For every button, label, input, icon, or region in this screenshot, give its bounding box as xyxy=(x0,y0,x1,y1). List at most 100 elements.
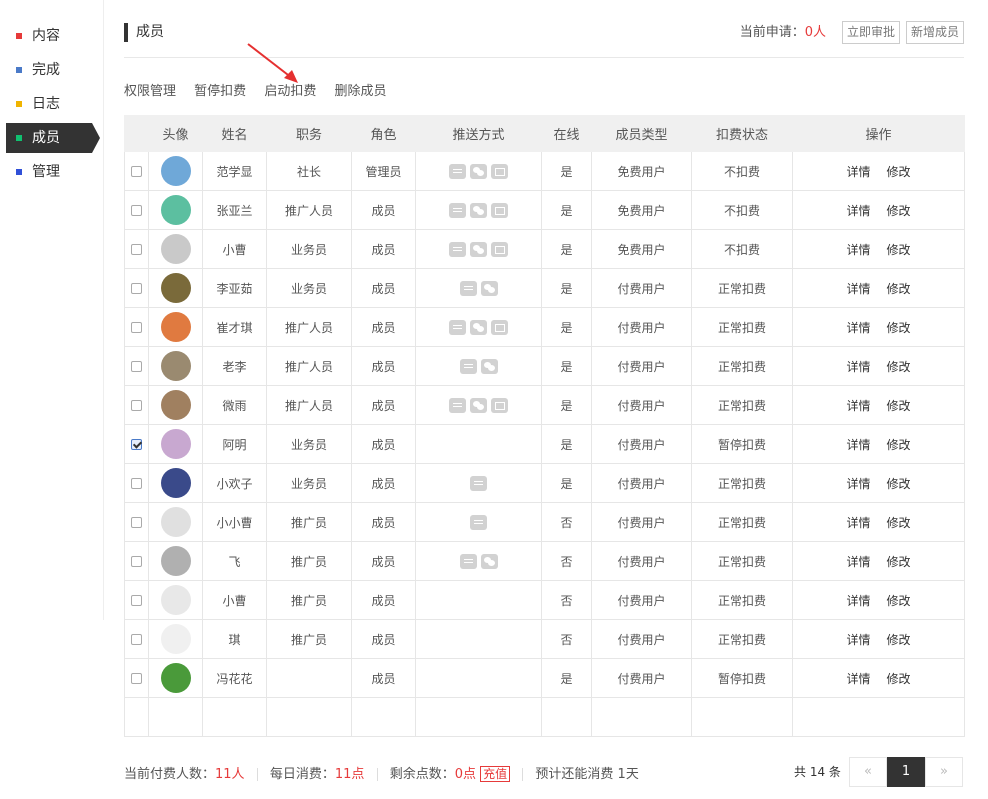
pause-billing-link[interactable]: 暂停扣费 xyxy=(194,84,246,99)
detail-link[interactable]: 详情 xyxy=(846,360,870,374)
detail-link[interactable]: 详情 xyxy=(846,399,870,413)
avatar-cell xyxy=(148,658,203,698)
detail-link[interactable]: 详情 xyxy=(846,438,870,452)
row-checkbox[interactable] xyxy=(131,634,142,645)
name-cell: 崔才琪 xyxy=(202,307,267,347)
edit-link[interactable]: 修改 xyxy=(887,399,911,413)
prev-page-button[interactable]: « xyxy=(849,757,887,787)
col-ops: 操作 xyxy=(792,115,965,152)
role-cell: 成员 xyxy=(351,619,416,659)
empty-row xyxy=(124,697,965,737)
delete-member-link[interactable]: 删除成员 xyxy=(334,84,386,99)
row-checkbox[interactable] xyxy=(131,439,142,450)
detail-link[interactable]: 详情 xyxy=(846,165,870,179)
detail-link[interactable]: 详情 xyxy=(846,672,870,686)
detail-link[interactable]: 详情 xyxy=(846,243,870,257)
row-checkbox[interactable] xyxy=(131,673,142,684)
sidebar-item-2[interactable]: 日志 xyxy=(6,89,100,119)
row-checkbox[interactable] xyxy=(131,595,142,606)
avatar xyxy=(160,351,191,381)
nav-dot-icon xyxy=(16,135,22,141)
wechat-icon xyxy=(470,163,487,179)
row-checkbox[interactable] xyxy=(131,244,142,255)
permission-manage-link[interactable]: 权限管理 xyxy=(124,84,176,99)
edit-link[interactable]: 修改 xyxy=(887,594,911,608)
avatar-cell xyxy=(148,151,203,191)
ops-cell: 详情 修改 xyxy=(792,541,965,581)
sidebar-item-label: 成员 xyxy=(32,130,60,146)
start-billing-link[interactable]: 启动扣费 xyxy=(264,84,316,99)
approve-button[interactable]: 立即审批 xyxy=(842,21,901,44)
online-cell: 否 xyxy=(541,502,592,542)
avatar-cell xyxy=(148,424,203,464)
edit-link[interactable]: 修改 xyxy=(887,672,911,686)
detail-link[interactable]: 详情 xyxy=(846,555,870,569)
detail-link[interactable]: 详情 xyxy=(846,633,870,647)
row-checkbox-cell xyxy=(124,424,149,464)
edit-link[interactable]: 修改 xyxy=(887,204,911,218)
row-checkbox[interactable] xyxy=(131,478,142,489)
edit-link[interactable]: 修改 xyxy=(887,516,911,530)
avatar-cell xyxy=(148,268,203,308)
message-icon xyxy=(449,319,466,335)
name-cell: 李亚茹 xyxy=(202,268,267,308)
row-checkbox[interactable] xyxy=(131,205,142,216)
name-cell: 阿明 xyxy=(202,424,267,464)
avatar xyxy=(160,429,191,459)
row-checkbox[interactable] xyxy=(131,166,142,177)
ops-cell: 详情 修改 xyxy=(792,151,965,191)
sidebar-item-4[interactable]: 管理 xyxy=(6,157,100,187)
row-checkbox[interactable] xyxy=(131,322,142,333)
row-checkbox[interactable] xyxy=(131,556,142,567)
recharge-button[interactable]: 充值 xyxy=(480,766,511,782)
detail-link[interactable]: 详情 xyxy=(846,204,870,218)
role-cell: 成员 xyxy=(351,502,416,542)
row-checkbox[interactable] xyxy=(131,400,142,411)
sidebar-item-1[interactable]: 完成 xyxy=(6,55,100,85)
mail-icon xyxy=(491,397,508,413)
edit-link[interactable]: 修改 xyxy=(887,633,911,647)
role-cell: 成员 xyxy=(351,229,416,269)
push-cell xyxy=(415,424,542,464)
detail-link[interactable]: 详情 xyxy=(846,594,870,608)
detail-link[interactable]: 详情 xyxy=(846,321,870,335)
message-icon xyxy=(449,241,466,257)
push-cell xyxy=(415,268,542,308)
row-checkbox-cell xyxy=(124,658,149,698)
type-cell: 付费用户 xyxy=(591,268,692,308)
row-checkbox-cell xyxy=(124,463,149,503)
page-1-button[interactable]: 1 xyxy=(887,757,925,787)
detail-link[interactable]: 详情 xyxy=(846,516,870,530)
message-icon xyxy=(459,553,477,569)
detail-link[interactable]: 详情 xyxy=(846,477,870,491)
nav-dot-icon xyxy=(16,33,22,39)
billing-summary: 当前付费人数：11人 每日消费：11点 剩余点数：0点 充值 预计还能消费 1天 xyxy=(124,765,639,784)
edit-link[interactable]: 修改 xyxy=(887,282,911,296)
edit-link[interactable]: 修改 xyxy=(887,321,911,335)
detail-link[interactable]: 详情 xyxy=(846,282,870,296)
avatar-cell xyxy=(148,541,203,581)
edit-link[interactable]: 修改 xyxy=(887,477,911,491)
status-cell: 不扣费 xyxy=(691,151,793,191)
avatar xyxy=(160,234,191,264)
avatar-cell xyxy=(148,190,203,230)
sidebar-item-3[interactable]: 成员 xyxy=(6,123,100,153)
role-cell: 成员 xyxy=(351,307,416,347)
wechat-icon xyxy=(470,319,487,335)
next-page-button[interactable]: » xyxy=(925,757,963,787)
wechat-icon xyxy=(480,280,498,296)
edit-link[interactable]: 修改 xyxy=(887,438,911,452)
row-checkbox[interactable] xyxy=(131,517,142,528)
add-member-button[interactable]: 新增成员 xyxy=(906,21,965,44)
row-checkbox[interactable] xyxy=(131,361,142,372)
sidebar-item-0[interactable]: 内容 xyxy=(6,21,100,51)
edit-link[interactable]: 修改 xyxy=(887,165,911,179)
table-row: 崔才琪 推广人员 成员 是付费用户 正常扣费 详情 修改 xyxy=(124,307,965,347)
row-checkbox[interactable] xyxy=(131,283,142,294)
edit-link[interactable]: 修改 xyxy=(887,360,911,374)
avatar xyxy=(160,507,191,537)
type-cell: 付费用户 xyxy=(591,307,692,347)
edit-link[interactable]: 修改 xyxy=(887,555,911,569)
empty-cell xyxy=(541,697,592,737)
edit-link[interactable]: 修改 xyxy=(887,243,911,257)
